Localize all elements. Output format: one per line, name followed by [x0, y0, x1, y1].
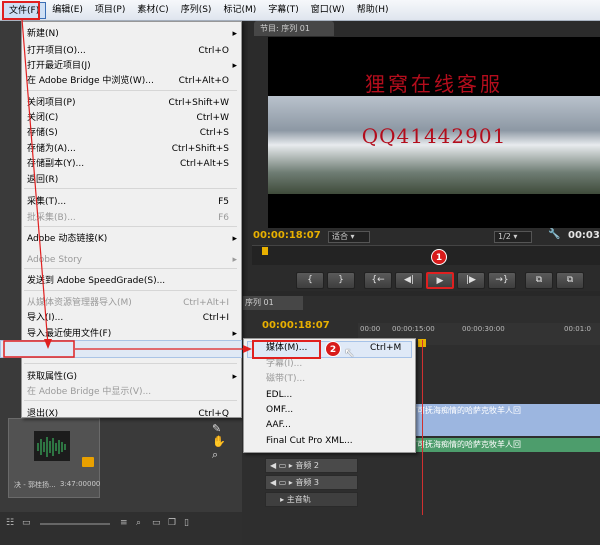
file-menu-outline: [2, 1, 40, 20]
arrow-head: [243, 345, 252, 353]
export-outline: [3, 340, 75, 358]
arrow-file-to-export: [21, 18, 49, 346]
media-outline: [252, 340, 321, 359]
annotation-arrows: [2, 1, 321, 359]
